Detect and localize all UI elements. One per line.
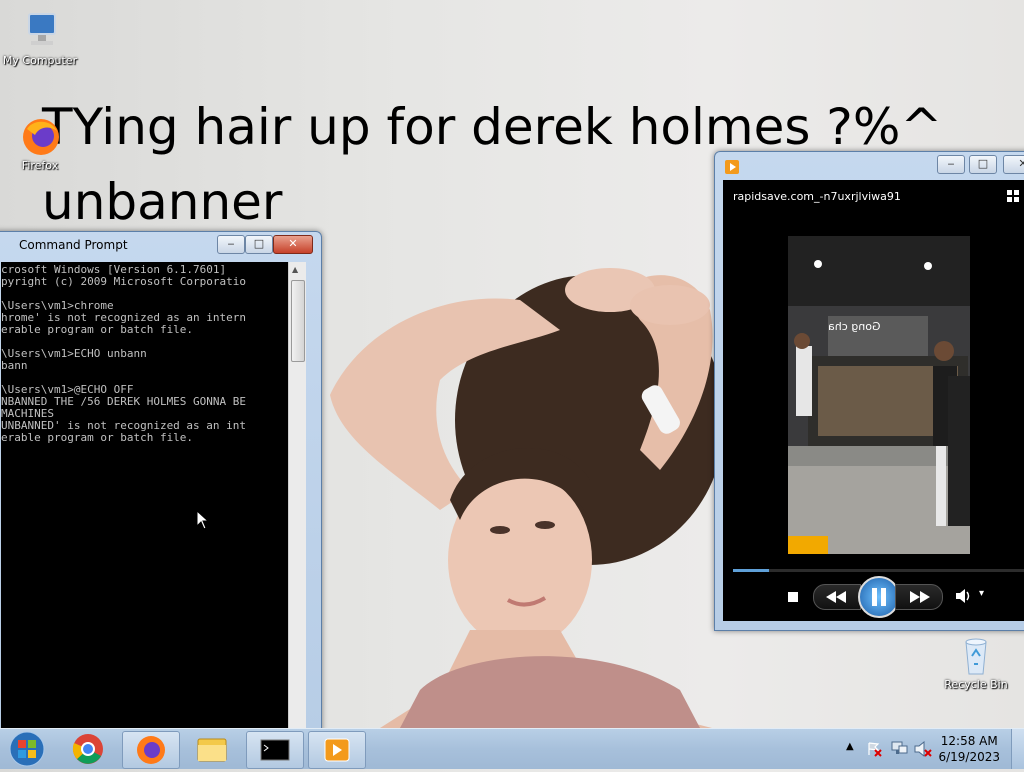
- firefox-icon: [137, 736, 165, 764]
- network-icon[interactable]: [890, 741, 908, 757]
- show-hidden-icons-button[interactable]: ▲: [846, 741, 854, 752]
- windows-start-icon: [9, 731, 45, 767]
- stop-icon[interactable]: [788, 592, 798, 602]
- mouse-cursor-icon: [196, 510, 210, 530]
- my-computer-icon: [19, 10, 61, 52]
- command-prompt-window[interactable]: Command Prompt ‒ □ ✕ crosoft Windows [Ve…: [0, 231, 322, 733]
- scroll-up-icon[interactable]: ▲: [292, 265, 298, 274]
- close-icon: ✕: [1018, 157, 1024, 170]
- media-player-window[interactable]: ‒ □ ✕ rapidsave.com_-n7uxrjlviwa91 Gong …: [714, 151, 1024, 631]
- player-title-bar[interactable]: ‒ □ ✕: [715, 152, 1024, 178]
- console-line: erable program or batch file.: [1, 431, 194, 444]
- pause-button[interactable]: [858, 576, 900, 618]
- system-clock[interactable]: 12:58 AM 6/19/2023: [938, 733, 1000, 765]
- action-center-flag-icon[interactable]: [866, 741, 882, 757]
- desktop-icon-label: Recycle Bin: [944, 678, 1008, 691]
- maximize-button[interactable]: □: [969, 155, 997, 174]
- cmd-icon: [260, 739, 290, 761]
- previous-button[interactable]: [813, 584, 861, 610]
- maximize-icon: □: [977, 157, 989, 170]
- clock-time: 12:58 AM: [940, 734, 998, 748]
- desktop-icon-label: My Computer: [2, 54, 78, 67]
- console-line: pyright (c) 2009 Microsoft Corporatio: [1, 275, 247, 288]
- video-frame[interactable]: Gong cha: [788, 236, 970, 554]
- cmd-title-bar[interactable]: Command Prompt ‒ □ ✕: [0, 232, 321, 258]
- console-output[interactable]: crosoft Windows [Version 6.1.7601] pyrigh…: [1, 262, 288, 732]
- wallpaper-text-line2: unbanner: [42, 173, 283, 231]
- minimize-button[interactable]: ‒: [217, 235, 245, 254]
- taskbar-media-player[interactable]: [308, 731, 366, 769]
- console-line: erable program or batch file.: [1, 323, 194, 336]
- volume-dropdown-icon[interactable]: ▾: [979, 588, 984, 599]
- console-line: \Users\vm1>ECHO unbann: [1, 347, 147, 360]
- window-title: Command Prompt: [19, 238, 128, 252]
- taskbar: ▲ 12:58 AM 6/19/2023: [0, 728, 1024, 769]
- taskbar-cmd[interactable]: [246, 731, 304, 769]
- player-body: rapidsave.com_-n7uxrjlviwa91 Gong cha ▾: [723, 180, 1024, 621]
- scrollbar-thumb[interactable]: [291, 280, 305, 362]
- taskbar-explorer[interactable]: [184, 731, 240, 767]
- minimize-icon: ‒: [947, 157, 955, 170]
- pause-icon: [872, 588, 886, 606]
- close-icon: ✕: [288, 237, 298, 250]
- fast-forward-icon: [910, 591, 930, 603]
- minimize-button[interactable]: ‒: [937, 155, 965, 174]
- volume-icon[interactable]: [955, 588, 973, 604]
- playback-controls: ▾: [723, 576, 1024, 620]
- desktop-icon-firefox[interactable]: Firefox: [0, 115, 80, 172]
- minimize-icon: ‒: [227, 237, 235, 250]
- clock-date: 6/19/2023: [938, 750, 1000, 764]
- maximize-button[interactable]: □: [245, 235, 273, 254]
- desktop-icon-my-computer[interactable]: My Computer: [0, 10, 80, 67]
- video-sign-text: Gong cha: [828, 320, 881, 333]
- seek-bar[interactable]: [733, 569, 1024, 572]
- seek-progress: [733, 569, 769, 572]
- desktop-icon-recycle-bin[interactable]: Recycle Bin: [936, 634, 1016, 691]
- firefox-icon: [19, 115, 61, 157]
- folder-icon: [197, 738, 227, 762]
- start-button[interactable]: [4, 731, 50, 767]
- maximize-icon: □: [253, 237, 265, 250]
- console-line: bann: [1, 359, 28, 372]
- taskbar-firefox[interactable]: [122, 731, 180, 769]
- media-player-app-icon: [725, 160, 739, 174]
- console-text: crosoft Windows [Version 6.1.7601] pyrigh…: [1, 262, 288, 444]
- close-button[interactable]: ✕: [273, 235, 313, 254]
- taskbar-chrome[interactable]: [60, 731, 116, 767]
- chrome-icon: [72, 734, 103, 764]
- next-button[interactable]: [895, 584, 943, 610]
- switch-view-icon[interactable]: [1007, 190, 1024, 206]
- desktop-icon-label: Firefox: [21, 159, 59, 172]
- show-desktop-button[interactable]: [1011, 729, 1024, 769]
- media-player-icon: [324, 738, 350, 762]
- recycle-bin-icon: [955, 634, 997, 676]
- media-title: rapidsave.com_-n7uxrjlviwa91: [733, 190, 901, 203]
- volume-muted-icon[interactable]: [914, 741, 932, 757]
- vertical-scrollbar[interactable]: ▲: [288, 262, 306, 732]
- rewind-icon: [826, 591, 846, 603]
- close-button[interactable]: ✕: [1003, 155, 1024, 174]
- wallpaper-text-line1: TYing hair up for derek holmes ?%^: [42, 98, 943, 156]
